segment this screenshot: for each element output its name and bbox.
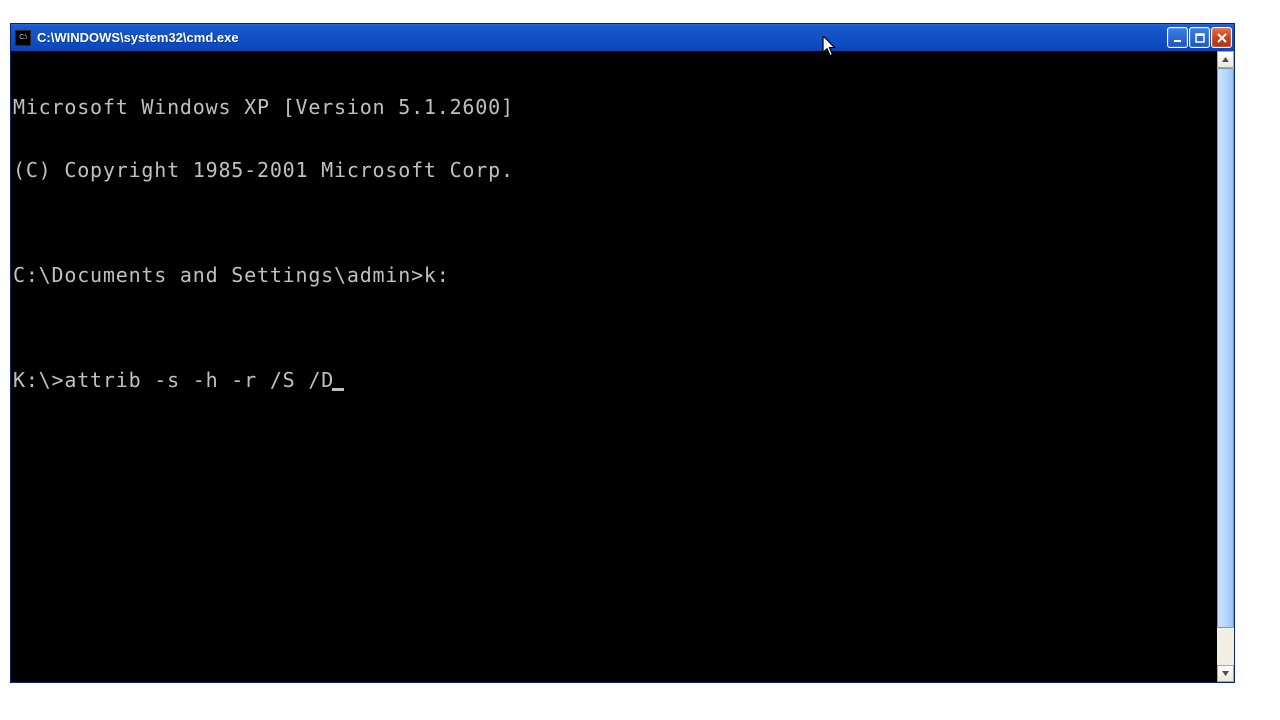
term-line: (C) Copyright 1985-2001 Microsoft Corp. — [13, 160, 1215, 181]
command-text: k: — [424, 263, 450, 287]
text-cursor — [332, 373, 344, 391]
scroll-up-button[interactable] — [1217, 51, 1234, 68]
scroll-track[interactable] — [1217, 68, 1234, 665]
prompt: C:\Documents and Settings\admin> — [13, 263, 424, 287]
command-text: attrib -s -h -r /S /D — [64, 368, 334, 392]
window-title: C:\WINDOWS\system32\cmd.exe — [37, 30, 239, 45]
prompt: K:\> — [13, 368, 64, 392]
term-line: Microsoft Windows XP [Version 5.1.2600] — [13, 97, 1215, 118]
terminal-output: Microsoft Windows XP [Version 5.1.2600] … — [13, 55, 1215, 433]
close-button[interactable] — [1211, 27, 1232, 48]
titlebar[interactable]: C:\ C:\WINDOWS\system32\cmd.exe — [11, 24, 1234, 51]
scroll-thumb[interactable] — [1217, 68, 1234, 628]
terminal-client-area[interactable]: Microsoft Windows XP [Version 5.1.2600] … — [11, 51, 1217, 682]
scroll-down-button[interactable] — [1217, 665, 1234, 682]
cmd-window: C:\ C:\WINDOWS\system32\cmd.exe Microsof… — [10, 23, 1235, 683]
maximize-button[interactable] — [1189, 27, 1210, 48]
term-prompt-line: K:\>attrib -s -h -r /S /D — [13, 370, 1215, 391]
term-prompt-line: C:\Documents and Settings\admin>k: — [13, 265, 1215, 286]
minimize-button[interactable] — [1167, 27, 1188, 48]
vertical-scrollbar[interactable] — [1217, 51, 1234, 682]
cmd-icon: C:\ — [15, 30, 31, 46]
window-buttons — [1167, 27, 1232, 48]
